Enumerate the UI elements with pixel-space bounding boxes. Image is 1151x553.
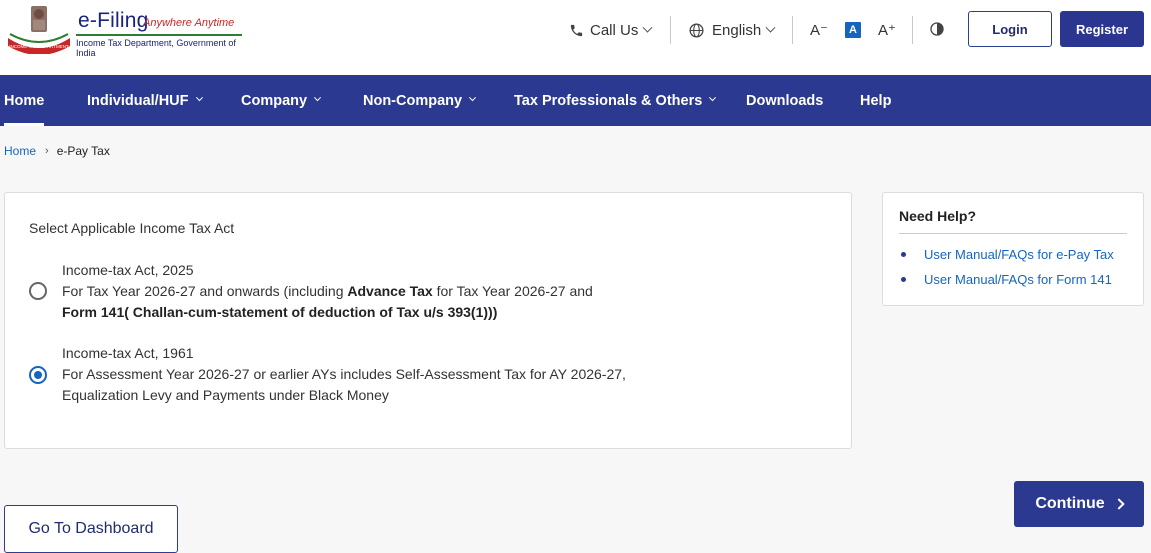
- option-description-bold-line: Form 141( Challan-cum-statement of deduc…: [62, 302, 593, 323]
- bullet-icon: [901, 252, 906, 257]
- chevron-down-icon: [642, 22, 653, 33]
- card-title: Select Applicable Income Tax Act: [29, 220, 235, 236]
- nav-item-downloads[interactable]: Downloads: [746, 75, 823, 126]
- efiling-logo[interactable]: INCOME TAX DEPARTMENT e-Filing Anywhere …: [4, 4, 244, 58]
- nav-item-tax-professionals[interactable]: Tax Professionals & Others: [514, 75, 717, 126]
- header-divider: [792, 16, 793, 44]
- option-desc-text: for Tax Year 2026-27 and: [432, 283, 593, 299]
- nav-item-label: Tax Professionals & Others: [514, 92, 703, 109]
- globe-icon: [689, 22, 704, 38]
- chevron-down-icon: [765, 22, 776, 33]
- contrast-icon[interactable]: [929, 21, 945, 37]
- nav-item-help[interactable]: Help: [860, 75, 891, 126]
- help-divider: [899, 233, 1127, 234]
- call-us-dropdown[interactable]: Call Us: [569, 0, 653, 60]
- help-link-label: User Manual/FAQs for e-Pay Tax: [924, 247, 1114, 262]
- option-text: Income-tax Act, 2025 For Tax Year 2026-2…: [62, 260, 593, 323]
- radio-act-2025[interactable]: [29, 282, 47, 300]
- chevron-down-icon: [195, 94, 203, 102]
- nav-item-label: Help: [860, 92, 892, 109]
- logo-title: e-Filing: [78, 9, 149, 32]
- logo-subtitle: Income Tax Department, Government of Ind…: [76, 38, 236, 58]
- breadcrumb-current: e-Pay Tax: [56, 144, 110, 158]
- nav-item-non-company[interactable]: Non-Company: [363, 75, 477, 126]
- nav-item-label: Non-Company: [363, 92, 463, 109]
- language-label: English: [712, 21, 762, 39]
- nav-item-home[interactable]: Home: [4, 75, 45, 126]
- help-link-form141-manual[interactable]: User Manual/FAQs for Form 141: [901, 272, 1112, 287]
- nav-item-label: Individual/HUF: [87, 92, 189, 109]
- go-to-dashboard-button[interactable]: Go To Dashboard: [4, 505, 178, 553]
- nav-item-individual-huf[interactable]: Individual/HUF: [87, 75, 203, 126]
- nav-item-label: Downloads: [746, 92, 824, 109]
- breadcrumb: Home › e-Pay Tax: [4, 144, 110, 158]
- phone-icon: [570, 24, 583, 36]
- income-tax-emblem-icon: INCOME TAX DEPARTMENT: [8, 6, 70, 54]
- nav-item-company[interactable]: Company: [241, 75, 322, 126]
- nav-item-label: Company: [241, 92, 308, 109]
- radio-act-1961[interactable]: [29, 366, 47, 384]
- header-divider: [670, 16, 671, 44]
- help-link-epay-manual[interactable]: User Manual/FAQs for e-Pay Tax: [901, 247, 1114, 262]
- option-desc-text: For Tax Year 2026-27 and onwards (includ…: [62, 283, 348, 299]
- breadcrumb-home-link[interactable]: Home: [4, 144, 36, 158]
- font-normal-button[interactable]: A: [845, 22, 861, 38]
- svg-text:INCOME TAX DEPARTMENT: INCOME TAX DEPARTMENT: [9, 44, 69, 49]
- option-title: Income-tax Act, 1961: [62, 345, 194, 361]
- top-header: INCOME TAX DEPARTMENT e-Filing Anywhere …: [0, 0, 1151, 75]
- option-description: Equalization Levy and Payments under Bla…: [62, 387, 389, 403]
- nav-item-label: Home: [4, 92, 45, 109]
- option-desc-bold: Form 141( Challan-cum-statement of deduc…: [62, 304, 498, 320]
- chevron-right-icon: ›: [45, 145, 49, 157]
- logo-tagline: Anywhere Anytime: [143, 17, 235, 29]
- continue-label: Continue: [1035, 495, 1105, 512]
- bullet-icon: [901, 277, 906, 282]
- main-nav: Home Individual/HUF Company Non-Company …: [0, 75, 1151, 126]
- need-help-panel: Need Help? User Manual/FAQs for e-Pay Ta…: [882, 192, 1144, 306]
- chevron-right-icon: [1112, 498, 1125, 510]
- option-description: For Tax Year 2026-27 and onwards (includ…: [62, 281, 593, 302]
- call-us-label: Call Us: [590, 21, 639, 39]
- help-title: Need Help?: [899, 208, 977, 224]
- option-title: Income-tax Act, 2025: [62, 262, 194, 278]
- font-increase-button[interactable]: A⁺: [878, 18, 896, 42]
- logo-divider: [76, 34, 242, 36]
- chevron-down-icon: [709, 94, 717, 102]
- chevron-down-icon: [469, 94, 477, 102]
- continue-button[interactable]: Continue: [1014, 481, 1144, 527]
- option-text: Income-tax Act, 1961 For Assessment Year…: [62, 343, 626, 406]
- register-button[interactable]: Register: [1060, 11, 1144, 47]
- help-link-label: User Manual/FAQs for Form 141: [924, 272, 1112, 287]
- font-decrease-button[interactable]: A⁻: [810, 18, 828, 42]
- option-description: For Assessment Year 2026-27 or earlier A…: [62, 366, 626, 382]
- chevron-down-icon: [314, 94, 322, 102]
- option-desc-bold: Advance Tax: [347, 283, 433, 299]
- tax-act-selection-card: Select Applicable Income Tax Act Income-…: [4, 192, 852, 449]
- header-divider: [912, 16, 913, 44]
- login-button[interactable]: Login: [968, 11, 1052, 47]
- language-dropdown[interactable]: English: [688, 0, 776, 60]
